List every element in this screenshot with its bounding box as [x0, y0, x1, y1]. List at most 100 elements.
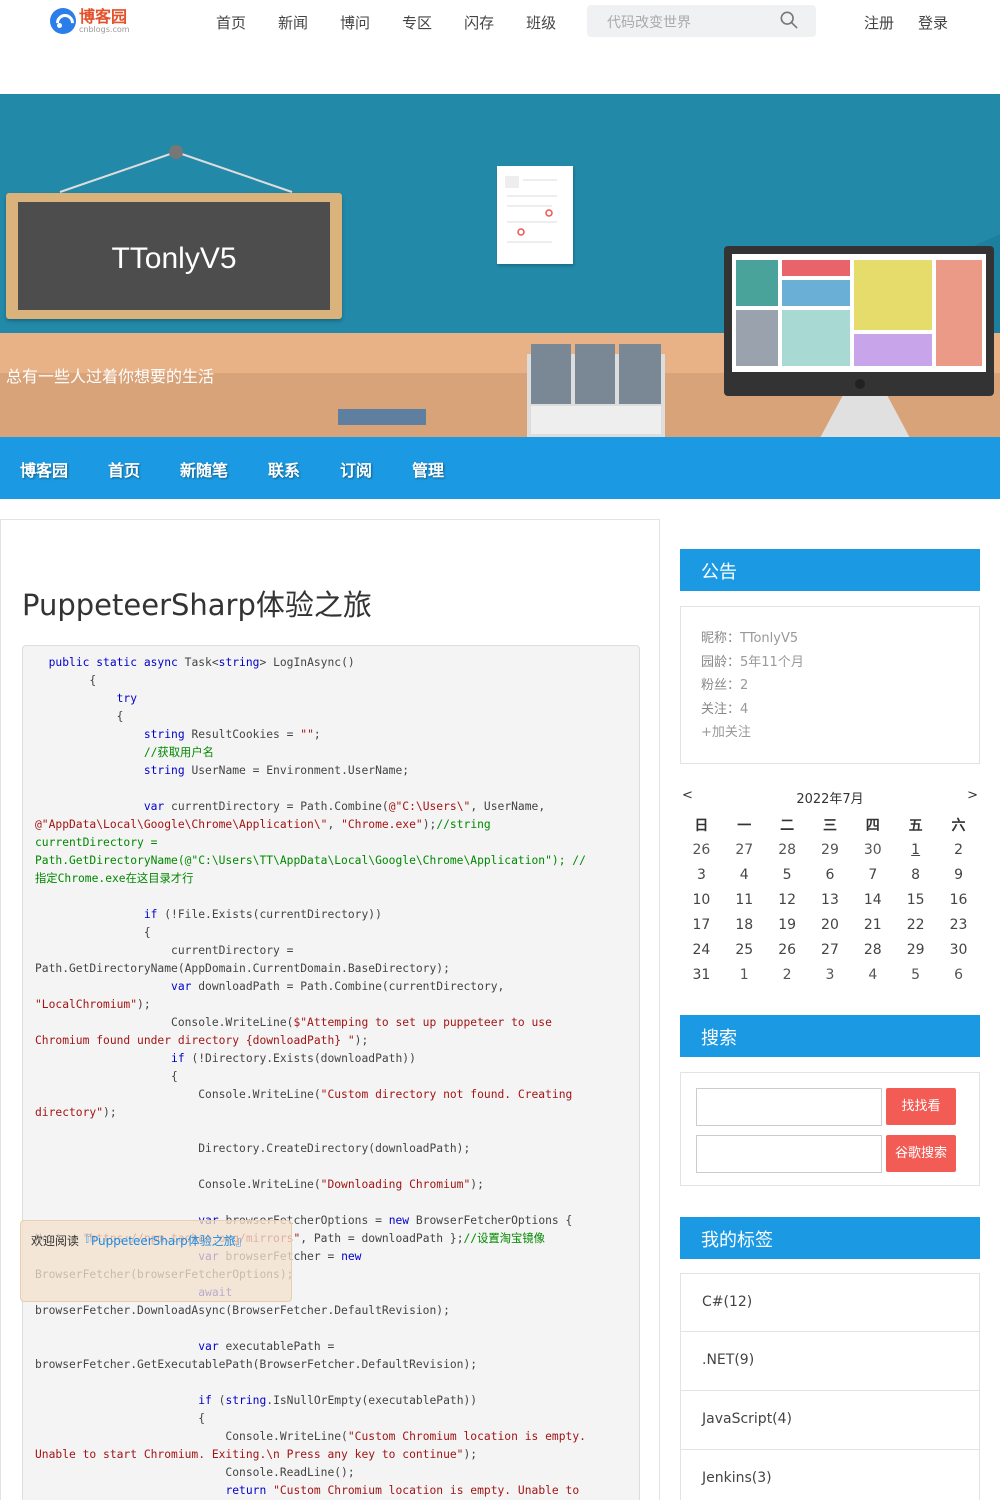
site-search-input[interactable]: 代码改变世界 — [587, 5, 816, 37]
top-bar: 博客园 cnblogs.com 首页 新闻 博问 专区 闪存 班级 代码改变世界… — [0, 0, 1000, 44]
calendar-day: 8 — [911, 866, 921, 883]
calendar-day: 4 — [868, 966, 878, 983]
blognav-admin[interactable]: 管理 — [412, 457, 444, 481]
calendar-day: 29 — [906, 941, 925, 958]
topnav-class[interactable]: 班级 — [526, 12, 556, 33]
books-illustration — [527, 344, 665, 437]
sidebar-search-input[interactable] — [696, 1088, 882, 1126]
blog-nav: 博客园 首页 新随笔 联系 订阅 管理 — [0, 437, 1000, 499]
calendar-day: 25 — [735, 941, 754, 958]
calendar-day: 3 — [825, 966, 835, 983]
age-label: 园龄： — [701, 654, 741, 670]
logo-domain: cnblogs.com — [79, 24, 130, 34]
login-link[interactable]: 登录 — [918, 12, 948, 33]
rss-logo-icon — [50, 8, 76, 34]
monitor-illustration — [724, 246, 994, 396]
calendar-prev-button[interactable]: < — [682, 788, 693, 803]
calendar-day: 20 — [821, 916, 839, 933]
profile-box: 昵称：TTonlyV5 园龄：5年11个月 粉丝：2 关注：4 +加关注 — [680, 606, 980, 764]
age-value[interactable]: 5年11个月 — [740, 655, 804, 670]
tag-item[interactable]: Jenkins(3) — [680, 1450, 980, 1500]
calendar-day: 30 — [863, 841, 882, 858]
blognav-new-post[interactable]: 新随笔 — [180, 457, 228, 481]
topnav-news[interactable]: 新闻 — [278, 12, 308, 33]
google-search-input[interactable] — [696, 1135, 882, 1173]
notice-prefix: 欢迎阅读 — [31, 1234, 80, 1248]
calendar-day: 18 — [735, 916, 754, 933]
calendar-day: 10 — [692, 891, 711, 908]
code-block: public static async Task<string> LogInAs… — [22, 645, 640, 1500]
nickname-link[interactable]: TTonlyV5 — [740, 631, 798, 646]
google-search-button[interactable]: 谷歌搜索 — [886, 1135, 956, 1172]
topnav-zone[interactable]: 专区 — [402, 12, 432, 33]
calendar-month: 2022年7月 — [796, 792, 864, 807]
tag-item[interactable]: .NET(9) — [680, 1332, 980, 1391]
blognav-contact[interactable]: 联系 — [268, 457, 300, 481]
calendar-day: 13 — [821, 891, 839, 908]
notice-header: 公告 — [680, 549, 980, 591]
calendar-day-link[interactable]: 1 — [894, 837, 937, 862]
search-button[interactable]: 找找看 — [886, 1088, 956, 1125]
calendar-day: 6 — [954, 966, 963, 983]
calendar-day: 27 — [735, 841, 754, 858]
calendar-day: 2 — [954, 841, 963, 858]
calendar-day: 9 — [954, 866, 963, 883]
weekday-mon: 一 — [737, 817, 752, 834]
tags-header: 我的标签 — [680, 1217, 980, 1259]
fans-link[interactable]: 2 — [740, 678, 748, 693]
register-link[interactable]: 注册 — [864, 12, 894, 33]
weekday-fri: 五 — [908, 817, 923, 834]
calendar-day: 29 — [821, 841, 839, 858]
calendar-day: 11 — [735, 891, 754, 908]
search-placeholder: 代码改变世界 — [607, 15, 691, 31]
calendar-day: 5 — [911, 966, 921, 983]
blog-title[interactable]: TTonlyV5 — [18, 242, 330, 276]
weekday-wed: 三 — [822, 817, 837, 834]
calendar-day: 24 — [692, 941, 711, 958]
blognav-cnblogs[interactable]: 博客园 — [20, 457, 68, 481]
site-logo[interactable]: 博客园 cnblogs.com — [50, 6, 130, 36]
chalkboard: TTonlyV5 — [6, 193, 342, 319]
weekday-sat: 六 — [951, 817, 966, 834]
weekday-thu: 四 — [865, 817, 880, 834]
tag-item[interactable]: C#(12) — [680, 1273, 980, 1332]
calendar-day: 28 — [863, 941, 882, 958]
calendar-day: 31 — [692, 966, 711, 983]
paper-illustration — [497, 166, 573, 264]
search-header: 搜索 — [680, 1015, 980, 1057]
search-icon[interactable] — [780, 11, 798, 29]
post-title[interactable]: PuppeteerSharp体验之旅 — [22, 582, 372, 624]
calendar-day: 1 — [739, 966, 749, 983]
calendar-day: 26 — [778, 941, 797, 958]
blognav-subscribe[interactable]: 订阅 — [340, 457, 372, 481]
tag-item[interactable]: JavaScript(4) — [680, 1391, 980, 1450]
weekday-sun: 日 — [694, 817, 709, 834]
calendar-next-button[interactable]: > — [967, 788, 978, 803]
follow-link[interactable]: 4 — [740, 702, 748, 717]
calendar-day: 2 — [782, 966, 792, 983]
calendar-day: 27 — [821, 941, 839, 958]
calendar-day: 21 — [863, 916, 882, 933]
blognav-home[interactable]: 首页 — [108, 457, 140, 481]
notice-post-link[interactable]: 『PuppeteerSharp体验之旅』 — [79, 1234, 248, 1248]
top-nav: 首页 新闻 博问 专区 闪存 班级 — [216, 12, 588, 33]
calendar-day: 5 — [782, 866, 792, 883]
post-container: PuppeteerSharp体验之旅 public static async T… — [0, 519, 660, 1500]
topnav-question[interactable]: 博问 — [340, 12, 370, 33]
follow-label: 关注： — [701, 701, 741, 717]
calendar-day: 6 — [825, 866, 835, 883]
blog-banner: TTonlyV5 总有一些人过着你想要的生活 — [0, 94, 1000, 437]
calendar-day: 4 — [739, 866, 749, 883]
blog-subtitle: 总有一些人过着你想要的生活 — [6, 367, 215, 386]
topnav-flash[interactable]: 闪存 — [464, 12, 494, 33]
calendar-day: 16 — [949, 891, 968, 908]
fans-label: 粉丝： — [701, 678, 741, 693]
calendar-day: 7 — [868, 866, 878, 883]
add-follow-link[interactable]: +加关注 — [701, 725, 751, 740]
calendar-day: 30 — [949, 941, 968, 958]
topnav-home[interactable]: 首页 — [216, 12, 246, 33]
tray-illustration — [338, 409, 426, 425]
calendar-day: 17 — [692, 916, 711, 933]
nickname-label: 昵称： — [701, 631, 741, 646]
calendar-day: 3 — [696, 866, 706, 883]
